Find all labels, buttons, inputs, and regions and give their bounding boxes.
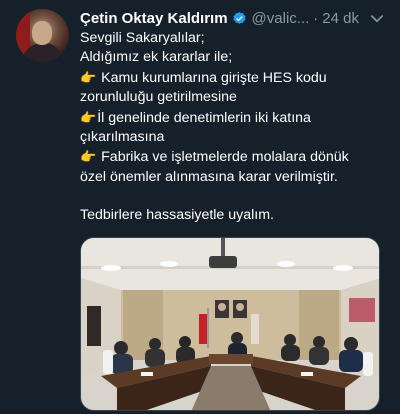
tweet-line: Sevgili Sakaryalılar; — [80, 30, 205, 46]
author-handle[interactable]: @valic... — [252, 10, 310, 27]
header-separator: · — [313, 9, 319, 27]
pointing-hand-icon: 👉 — [80, 69, 97, 85]
tweet-line: 👉 Fabrika ve işletmelerde molalara dönük — [80, 149, 349, 166]
author-name[interactable]: Çetin Oktay Kaldırım — [80, 10, 228, 27]
tweet-line: çıkarılmasına — [80, 129, 165, 146]
meeting-room-image — [81, 238, 379, 410]
tweet-line: 👉İl genelinde denetimlerin iki katına — [80, 109, 311, 126]
pointing-hand-icon: 👉 — [80, 109, 97, 125]
tweet-line: özel önemler alınmasına karar verilmişti… — [80, 168, 338, 185]
verified-badge-icon — [232, 11, 246, 24]
tweet-line: zorunluluğu getirilmesine — [80, 89, 237, 106]
tweet-timestamp[interactable]: 24 dk — [322, 10, 359, 27]
avatar-face — [32, 21, 52, 45]
tweet-line: Aldığımız ek kararlar ile; — [80, 49, 233, 66]
tweet-line: 👉 Kamu kurumlarına girişte HES kodu — [80, 69, 327, 86]
pointing-hand-icon: 👉 — [80, 149, 97, 165]
chevron-down-icon[interactable] — [368, 10, 386, 28]
tweet-header: Çetin Oktay Kaldırım @valic... · 24 dk — [80, 7, 390, 29]
avatar[interactable] — [16, 9, 69, 62]
tweet-text: Sevgili Sakaryalılar; Aldığımız ek karar… — [80, 29, 392, 226]
tweet-photo[interactable] — [80, 237, 380, 411]
tweet[interactable]: Çetin Oktay Kaldırım @valic... · 24 dk S… — [0, 0, 400, 414]
tweet-line: Tedbirlere hassasiyetle uyalım. — [80, 207, 274, 224]
